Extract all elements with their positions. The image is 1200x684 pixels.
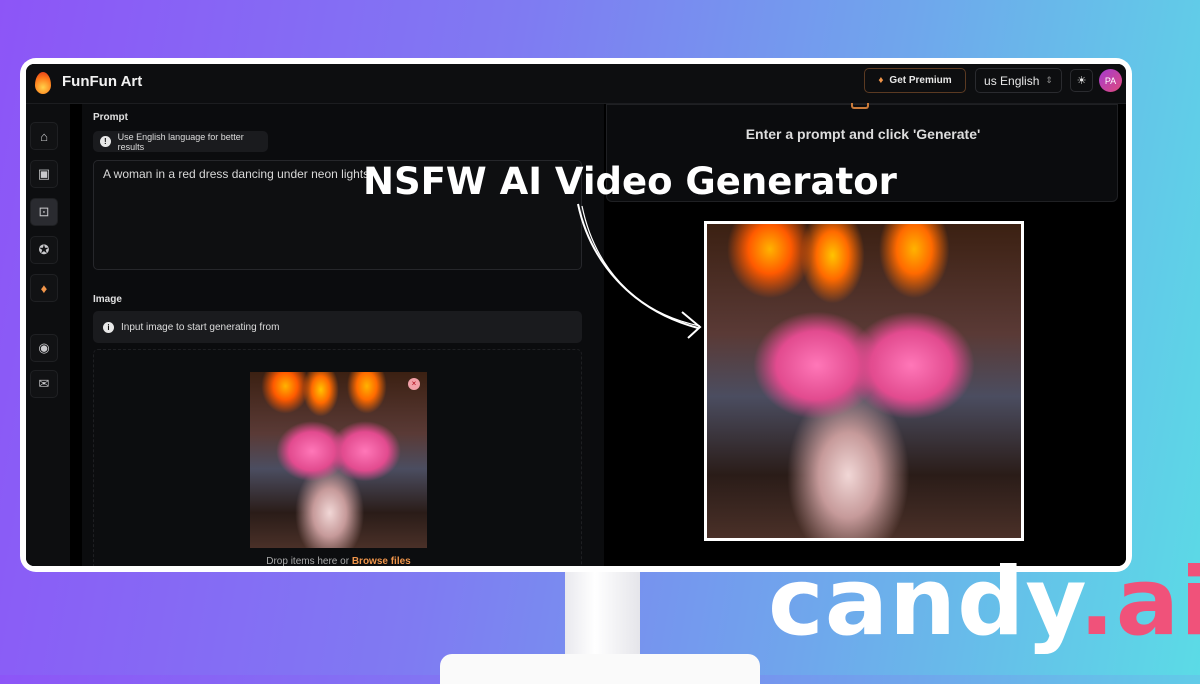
chevron-updown-icon: ⇕ <box>1045 75 1053 85</box>
browse-files-link[interactable]: Browse files <box>352 556 411 566</box>
placeholder-icon <box>851 103 869 109</box>
sidebar-item-discord[interactable]: ◉ <box>30 334 58 362</box>
sidebar-item-generator[interactable]: ⊡ <box>30 198 58 226</box>
sidebar: ⌂ ▣ ⊡ ✪ ♦ ◉ ✉ <box>26 104 70 566</box>
monitor-stand <box>565 572 640 658</box>
language-select[interactable]: us English ⇕ <box>975 68 1062 93</box>
discord-icon: ◉ <box>38 340 50 355</box>
sidebar-item-images[interactable]: ▣ <box>30 160 58 188</box>
mail-icon: ✉ <box>38 376 50 391</box>
image-dropzone[interactable]: × Drop items here or Browse files <box>93 349 582 566</box>
remove-image-icon[interactable]: × <box>408 378 420 390</box>
chip-icon: ⊡ <box>38 204 50 219</box>
drop-text: Drop items here or Browse files <box>266 556 411 566</box>
get-premium-button[interactable]: ♦ Get Premium <box>864 68 966 93</box>
image-icon: ▣ <box>37 166 51 181</box>
sidebar-item-mail[interactable]: ✉ <box>30 370 58 398</box>
divider <box>70 104 82 566</box>
sidebar-item-home[interactable]: ⌂ <box>30 122 58 150</box>
empty-state-text: Enter a prompt and click 'Generate' <box>745 126 981 142</box>
app-title[interactable]: FunFun Art <box>62 73 142 90</box>
image-label: Image <box>93 294 122 305</box>
theme-toggle-button[interactable]: ☀ <box>1070 69 1093 92</box>
sun-icon: ☀ <box>1076 75 1087 87</box>
prompt-label: Prompt <box>93 112 128 123</box>
alert-icon: ! <box>100 136 111 147</box>
headline-overlay: NSFW AI Video Generator <box>363 160 897 203</box>
diamond-icon: ♦ <box>40 280 48 296</box>
arrow-icon <box>577 203 702 339</box>
diamond-icon: ♦ <box>878 75 884 86</box>
info-icon: i <box>103 321 114 333</box>
monitor-base <box>440 654 760 684</box>
star-icon: ✪ <box>38 242 50 257</box>
sidebar-item-favorites[interactable]: ✪ <box>30 236 58 264</box>
generated-image <box>704 221 1024 541</box>
uploaded-image-thumbnail <box>250 372 427 548</box>
image-hint: i Input image to start generating from <box>93 311 582 343</box>
sidebar-item-premium[interactable]: ♦ <box>30 274 58 302</box>
avatar[interactable]: PA <box>1099 69 1122 92</box>
header: FunFun Art ♦ Get Premium us English ⇕ ☀ PA <box>26 64 1126 104</box>
home-icon: ⌂ <box>40 128 48 144</box>
candy-ai-logo: candy.ai <box>768 548 1200 657</box>
flame-logo-icon <box>35 72 51 94</box>
prompt-hint: ! Use English language for better results <box>93 131 268 152</box>
